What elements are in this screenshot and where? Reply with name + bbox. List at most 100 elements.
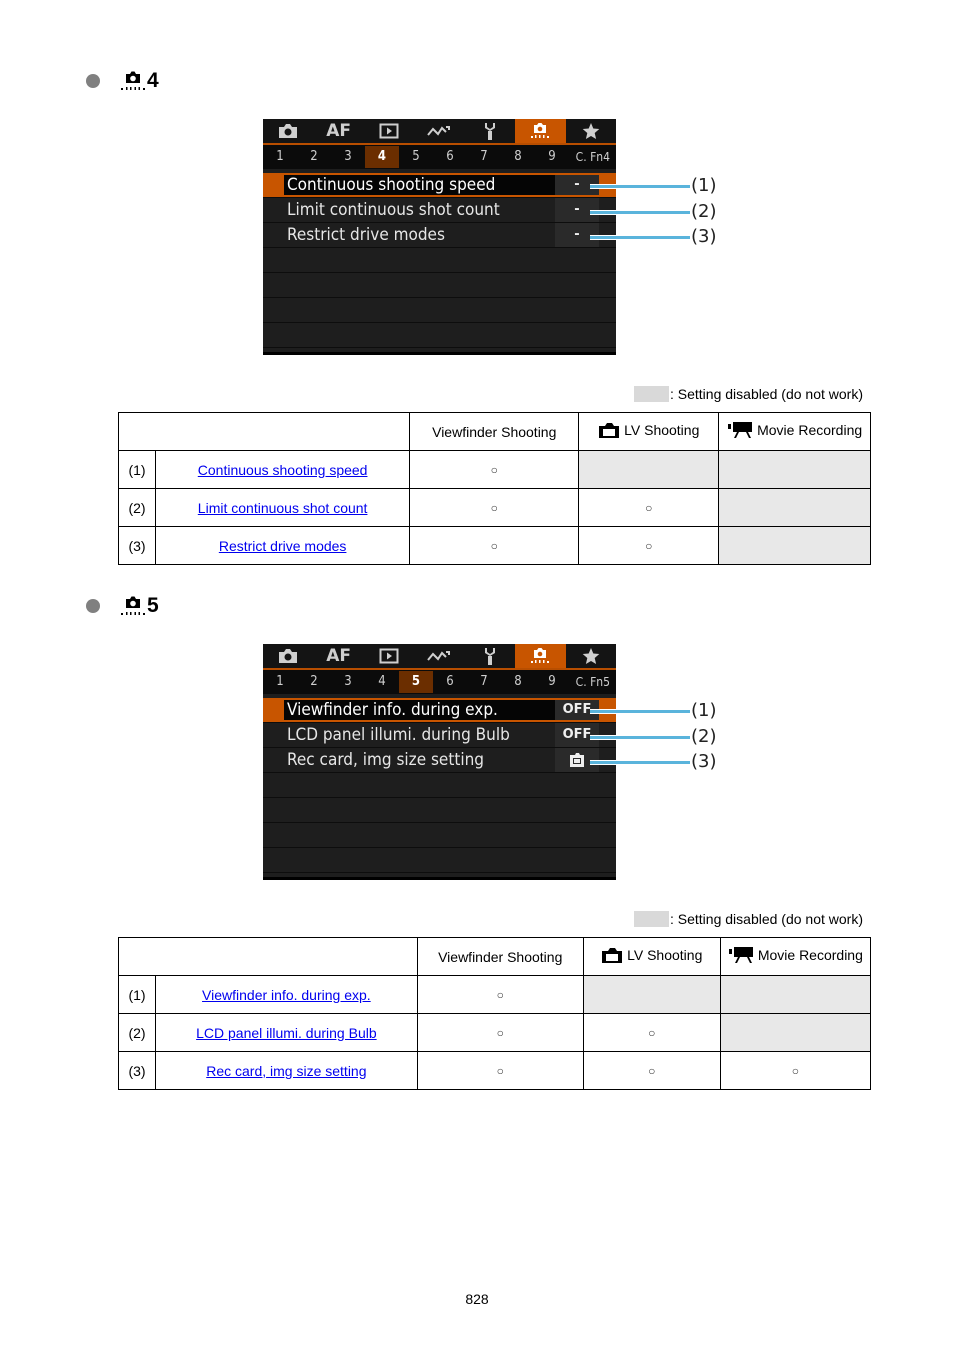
page-tab-6: 6 bbox=[446, 149, 454, 164]
table-row: (1) Continuous shooting speed ○ bbox=[118, 450, 871, 489]
camera-icon bbox=[279, 649, 298, 663]
movie-cell-disabled bbox=[719, 1013, 872, 1052]
setting-link[interactable]: Limit continuous shot count bbox=[198, 500, 368, 516]
callout-line bbox=[590, 760, 690, 765]
tab-setup bbox=[465, 119, 515, 143]
page-tab-3: 3 bbox=[344, 674, 352, 689]
custom-function-icon bbox=[531, 123, 550, 138]
tab-af: AF bbox=[326, 121, 352, 141]
tab-wireless bbox=[414, 119, 464, 143]
page-tab-9: 9 bbox=[548, 674, 556, 689]
row-name: Restrict drive modes bbox=[154, 526, 411, 565]
page-tab-5: 5 bbox=[399, 671, 433, 693]
callout-line bbox=[590, 184, 690, 189]
menu-item-empty bbox=[263, 798, 616, 823]
setting-link[interactable]: Continuous shooting speed bbox=[198, 462, 368, 478]
menu-item: Restrict drive modes - bbox=[263, 223, 616, 248]
header-movie-label: Movie Recording bbox=[757, 422, 863, 438]
lv-camera-icon bbox=[599, 422, 620, 438]
viewfinder-cell: ○ bbox=[409, 488, 580, 527]
page-tab-8: 8 bbox=[514, 674, 522, 689]
callout-label: (2) bbox=[691, 201, 717, 222]
table-row: (2) LCD panel illumi. during Bulb ○ ○ bbox=[118, 1013, 872, 1052]
table-header-row: Viewfinder Shooting LV Shooting Movie Re… bbox=[118, 937, 872, 976]
callout-label: (1) bbox=[691, 700, 717, 721]
callout-label: (2) bbox=[691, 726, 717, 747]
disabled-legend: : Setting disabled (do not work) bbox=[634, 386, 863, 402]
page-tab-7: 7 bbox=[480, 674, 488, 689]
menu-items: Viewfinder info. during exp. OFF LCD pane… bbox=[263, 698, 616, 873]
camera-menu-screen-4: AF 1 2 3 4 5 6 7 8 9 C. Fn4 Continuous s… bbox=[263, 119, 616, 355]
row-name: Continuous shooting speed bbox=[154, 450, 411, 489]
menu-item-label: Rec card, img size setting bbox=[287, 750, 484, 770]
menu-item-empty bbox=[263, 323, 616, 348]
page-tab-9: 9 bbox=[548, 149, 556, 164]
row-number: (3) bbox=[118, 1051, 156, 1090]
tab-af: AF bbox=[326, 646, 352, 666]
legend-text: : Setting disabled (do not work) bbox=[670, 386, 863, 402]
movie-cell-disabled bbox=[718, 450, 871, 489]
table-row: (3) Rec card, img size setting ○ ○ ○ bbox=[118, 1051, 872, 1090]
callout-label: (1) bbox=[691, 175, 717, 196]
menu-item-label: LCD panel illumi. during Bulb bbox=[287, 725, 510, 745]
wireless-icon bbox=[427, 651, 451, 661]
setting-link[interactable]: LCD panel illumi. during Bulb bbox=[196, 1025, 377, 1041]
setting-link[interactable]: Restrict drive modes bbox=[219, 538, 347, 554]
page-tab-5: 5 bbox=[412, 149, 420, 164]
setup-wrench-icon bbox=[484, 123, 495, 140]
page-tab-7: 7 bbox=[480, 149, 488, 164]
compatibility-table-5: Viewfinder Shooting LV Shooting Movie Re… bbox=[118, 937, 872, 1090]
tab-my-menu bbox=[566, 644, 616, 668]
page-tab-6: 6 bbox=[446, 674, 454, 689]
callout-line bbox=[590, 210, 690, 215]
playback-icon bbox=[379, 123, 399, 139]
table-row: (3) Restrict drive modes ○ ○ bbox=[118, 526, 871, 565]
camera-icon bbox=[279, 124, 298, 138]
menu-item-empty bbox=[263, 773, 616, 798]
tab-custom-functions bbox=[515, 119, 566, 143]
table-header-row: Viewfinder Shooting LV Shooting Movie Re… bbox=[117, 412, 871, 451]
page-tab-2: 2 bbox=[310, 674, 318, 689]
section-heading-4: 4 bbox=[86, 70, 159, 92]
menu-tabs: AF bbox=[263, 644, 616, 670]
row-name: Rec card, img size setting bbox=[155, 1051, 418, 1090]
viewfinder-cell: ○ bbox=[409, 450, 580, 489]
custom-function-camera-icon bbox=[120, 70, 146, 92]
movie-camera-icon bbox=[728, 422, 753, 438]
tab-playback bbox=[364, 119, 414, 143]
movie-cell-disabled bbox=[719, 975, 872, 1014]
custom-function-icon bbox=[531, 648, 550, 663]
header-movie: Movie Recording bbox=[718, 412, 871, 451]
lv-cell-disabled bbox=[582, 975, 721, 1014]
row-name: LCD panel illumi. during Bulb bbox=[155, 1013, 418, 1052]
setting-link[interactable]: Viewfinder info. during exp. bbox=[202, 987, 371, 1003]
setting-link[interactable]: Rec card, img size setting bbox=[206, 1063, 366, 1079]
wireless-icon bbox=[427, 126, 451, 136]
row-name: Viewfinder info. during exp. bbox=[155, 975, 418, 1014]
page-tab-4: 4 bbox=[378, 674, 386, 689]
menu-item: Rec card, img size setting bbox=[263, 748, 616, 773]
menu-item: Limit continuous shot count - bbox=[263, 198, 616, 223]
callout-line bbox=[590, 235, 690, 240]
callout-line bbox=[590, 735, 690, 740]
disabled-legend: : Setting disabled (do not work) bbox=[634, 911, 863, 927]
menu-item-label: Continuous shooting speed bbox=[284, 175, 557, 195]
menu-item: Viewfinder info. during exp. OFF bbox=[263, 698, 616, 723]
tab-wireless bbox=[414, 644, 464, 668]
legend-text: : Setting disabled (do not work) bbox=[670, 911, 863, 927]
disabled-swatch bbox=[634, 386, 669, 402]
setup-wrench-icon bbox=[484, 648, 495, 665]
header-lv: LV Shooting bbox=[578, 412, 720, 451]
row-number: (1) bbox=[118, 975, 156, 1014]
header-lv: LV Shooting bbox=[582, 937, 721, 976]
viewfinder-cell: ○ bbox=[409, 526, 580, 565]
disabled-swatch bbox=[634, 911, 669, 927]
section-number: 5 bbox=[147, 594, 159, 617]
row-number: (1) bbox=[118, 450, 156, 489]
tab-setup bbox=[465, 644, 515, 668]
header-lv-label: LV Shooting bbox=[627, 947, 703, 963]
lv-cell: ○ bbox=[582, 1013, 721, 1052]
section-number: 4 bbox=[147, 69, 159, 92]
callout-line bbox=[590, 709, 690, 714]
page-tab-1: 1 bbox=[276, 149, 284, 164]
